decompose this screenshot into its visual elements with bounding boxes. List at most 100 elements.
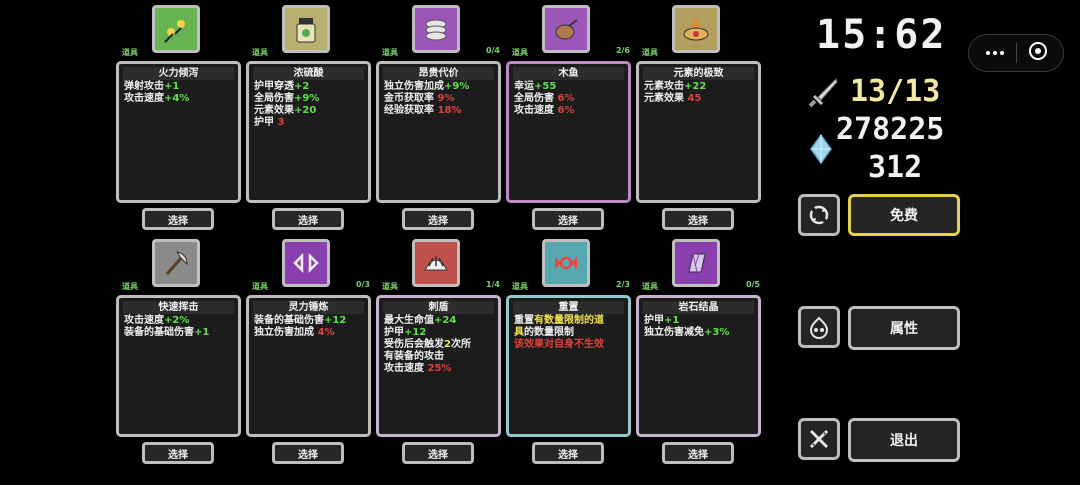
effect-label: 护甲 [644,315,664,326]
effect-label: 最大生命值 [384,315,434,326]
spiked-shield-icon-frame [412,239,460,287]
attributes-icon-button[interactable] [798,306,840,348]
effect-value: +20 [294,105,317,116]
item-card[interactable]: 木鱼 幸运+55 全局伤害 6% 攻击速度 6% [506,61,631,203]
effect-line: 经验获取率 18% [384,105,493,117]
free-refresh-button[interactable]: 免费 [848,194,960,236]
effect-line: 装备的基础伤害+12 [254,315,363,327]
effect-line: 独立伤害减免+3% [644,327,753,339]
item-stack-count: 0/3 [355,280,370,289]
effect-value: +22 [684,81,707,92]
wooden-fish-icon [555,19,578,40]
element-crown-icon-frame [672,5,720,53]
effect-value: 6% [557,93,575,104]
item-tag: 道具 [122,48,138,57]
effect-label: 独立伤害加成 [384,81,444,92]
gold-amount: 278225 [836,112,945,147]
item-card[interactable]: 昂贵代价 独立伤害加成+9% 金币获取率 9% 经验获取率 18% [376,61,501,203]
item-card[interactable]: 重置 重置有数量限制的道 具的数量限制 该效果对自身不生效 [506,295,631,437]
select-button[interactable]: 选择 [272,442,344,464]
effect-value: +2 [294,81,310,92]
firepower-icon-frame [152,5,200,53]
item-effects: 装备的基础伤害+12 独立伤害加成 4% [254,315,363,339]
effect-line: 元素效果 45 [644,93,753,105]
coins-icon-frame [412,5,460,53]
axe-icon-frame [152,239,200,287]
gem-icon [810,133,832,165]
select-button[interactable]: 选择 [662,208,734,230]
item-stack-count: 2/3 [615,280,630,289]
item-tag: 道具 [512,282,528,291]
effect-line: 有装备的攻击 [384,351,493,363]
refresh-icon-button[interactable] [798,194,840,236]
item-card[interactable]: 岩石结晶 护甲+1 独立伤害减免+3% [636,295,761,437]
effect-line: 攻击速度 25% [384,363,493,375]
item-effects: 元素攻击+22 元素效果 45 [644,81,753,105]
mini-program-capsule[interactable] [968,34,1064,72]
item-stack-count: 2/6 [615,46,630,55]
effect-line: 攻击速度 6% [514,105,623,117]
item-card[interactable]: 浓硫酸 护甲穿透+2 全局伤害+9% 元素效果+20 护甲 3 [246,61,371,203]
select-button[interactable]: 选择 [272,208,344,230]
item-card[interactable]: 灵力锤炼 装备的基础伤害+12 独立伤害加成 4% [246,295,371,437]
effect-line: 护甲+1 [644,315,753,327]
effect-value: +1 [194,327,210,338]
effect-label: 元素攻击 [644,81,684,92]
effect-line: 独立伤害加成+9% [384,81,493,93]
effect-value: 有数量限制的道 [534,315,604,326]
effect-label: 护甲穿透 [254,81,294,92]
effect-line: 护甲+12 [384,327,493,339]
effect-value: +1 [664,315,680,326]
item-card[interactable]: 火力倾泻 弹射攻击+1 攻击速度+4% [116,61,241,203]
item-effects: 幸运+55 全局伤害 6% 攻击速度 6% [514,81,623,117]
select-button[interactable]: 选择 [662,442,734,464]
item-effects: 护甲+1 独立伤害减免+3% [644,315,753,339]
item-stack-count: 1/4 [485,280,500,289]
attack-count: 13/13 [850,74,941,109]
effect-value: 具 [514,327,524,338]
exit-button[interactable]: 退出 [848,418,960,462]
more-icon[interactable] [993,51,997,55]
spiked-shield-icon [424,256,448,271]
effect-line: 护甲穿透+2 [254,81,363,93]
attributes-button[interactable]: 属性 [848,306,960,350]
effect-value: +3% [704,327,730,338]
effect-line: 重置有数量限制的道 [514,315,623,327]
select-button[interactable]: 选择 [402,208,474,230]
item-tag: 道具 [642,282,658,291]
effect-value: +55 [534,81,557,92]
effect-value: +9% [444,81,470,92]
element-crown-icon [683,16,709,41]
effect-label: 护甲 [384,327,404,338]
select-button[interactable]: 选择 [142,208,214,230]
effect-line: 金币获取率 9% [384,93,493,105]
select-button[interactable]: 选择 [532,442,604,464]
item-title: 灵力锤炼 [253,301,364,314]
effect-label: 攻击速度 [124,315,164,326]
sword-icon [806,76,840,110]
select-button[interactable]: 选择 [402,442,474,464]
effect-label: 装备的基础伤害 [254,315,324,326]
item-effects: 攻击速度+2% 装备的基础伤害+1 [124,315,233,339]
item-card[interactable]: 快速挥击 攻击速度+2% 装备的基础伤害+1 [116,295,241,437]
effect-label: 重置 [514,315,534,326]
item-effects: 重置有数量限制的道 具的数量限制 该效果对自身不生效 [514,315,623,351]
item-tag: 道具 [382,282,398,291]
item-tag: 道具 [252,282,268,291]
item-card[interactable]: 刺盾 最大生命值+24 护甲+12 受伤后会触发2次所 有装备的攻击 攻击速度 25% [376,295,501,437]
effect-value: +24 [434,315,457,326]
effect-value: 4% [317,327,335,338]
item-tag: 道具 [252,48,268,57]
effect-value: 25% [427,363,452,374]
effect-label: 全局伤害 [514,93,558,104]
select-button[interactable]: 选择 [142,442,214,464]
effect-value: 18% [437,105,462,116]
effect-label: 有装备的攻击 [384,351,444,362]
item-title: 元素的极致 [643,67,754,80]
select-button[interactable]: 选择 [532,208,604,230]
effect-value: +9% [294,93,320,104]
exit-icon-button[interactable] [798,418,840,460]
close-target-icon[interactable] [1029,42,1047,60]
acid-bottle-icon [296,18,316,43]
item-card[interactable]: 元素的极致 元素攻击+22 元素效果 45 [636,61,761,203]
